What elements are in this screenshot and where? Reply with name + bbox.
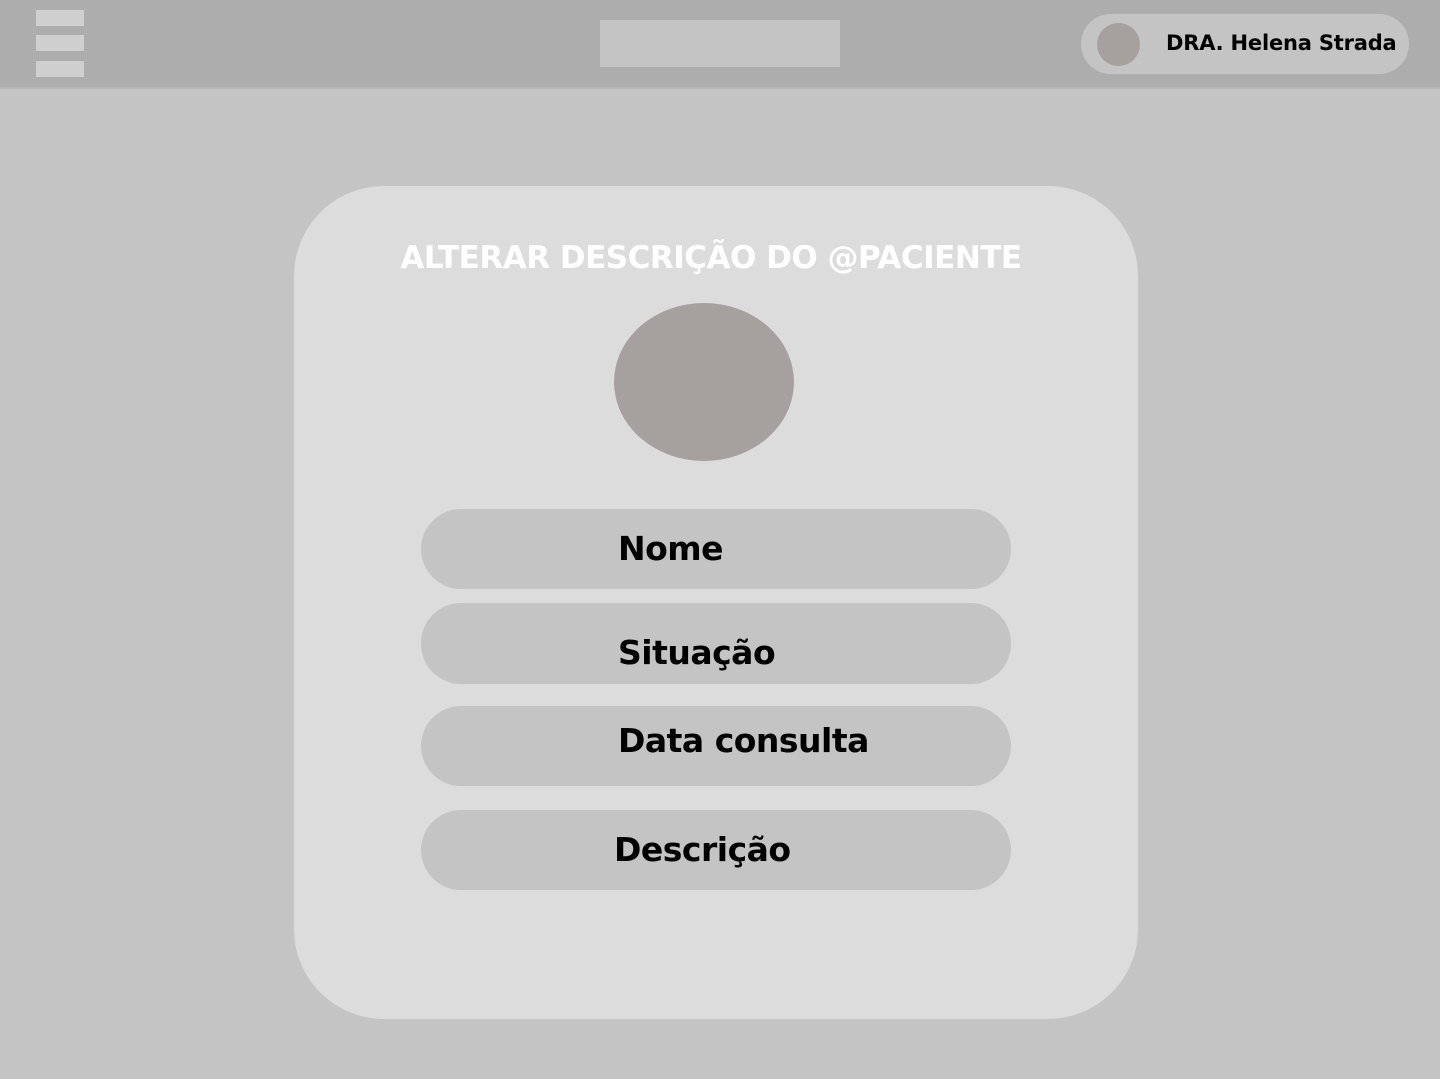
hamburger-menu-icon[interactable] bbox=[36, 10, 84, 77]
consultation-date-field[interactable]: Data consulta bbox=[421, 706, 1011, 786]
name-field[interactable]: Nome bbox=[421, 509, 1011, 589]
user-name: DRA. Helena Strada bbox=[1166, 31, 1397, 55]
consultation-date-field-placeholder: Data consulta bbox=[618, 721, 869, 760]
patient-avatar-icon[interactable] bbox=[614, 303, 794, 461]
user-avatar-icon bbox=[1097, 23, 1140, 66]
logo-placeholder bbox=[600, 20, 840, 67]
menu-bar-middle bbox=[36, 35, 84, 51]
description-field[interactable]: Descrição bbox=[421, 810, 1011, 890]
status-field-placeholder: Situação bbox=[618, 633, 776, 672]
name-field-placeholder: Nome bbox=[618, 529, 724, 568]
status-field[interactable]: Situação bbox=[421, 603, 1011, 684]
menu-bar-top bbox=[36, 10, 84, 26]
page-title: ALTERAR DESCRIÇÃO DO @PACIENTE bbox=[400, 240, 1022, 276]
description-field-placeholder: Descrição bbox=[614, 830, 791, 869]
top-bar: DRA. Helena Strada bbox=[0, 0, 1440, 89]
menu-bar-bottom bbox=[36, 61, 84, 77]
user-profile-button[interactable]: DRA. Helena Strada bbox=[1081, 14, 1409, 74]
